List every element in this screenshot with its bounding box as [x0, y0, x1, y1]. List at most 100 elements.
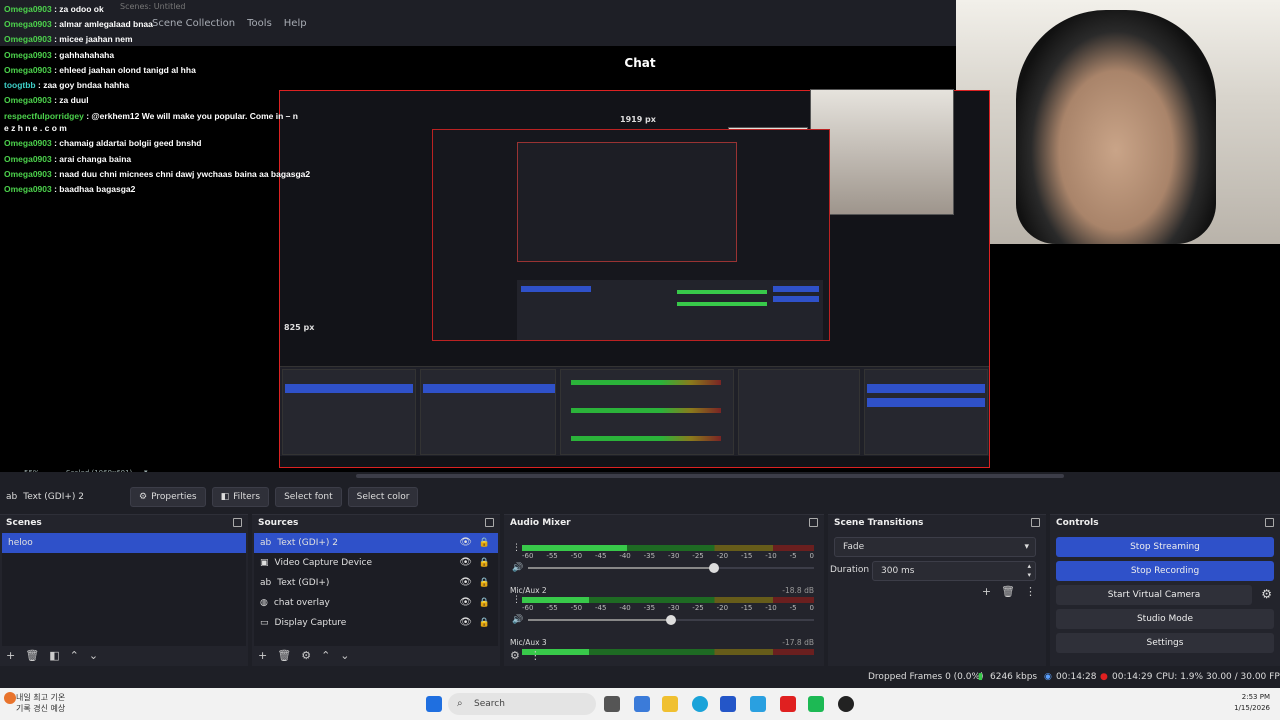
source-item[interactable]: ▣ Video Capture Device 👁 🔒 — [254, 553, 498, 573]
taskbar-search[interactable]: ⌕ Search — [448, 693, 596, 715]
task-view-icon[interactable] — [604, 696, 620, 712]
nested-docks — [280, 366, 989, 456]
undock-icon[interactable] — [485, 518, 494, 527]
channel-menu-icon[interactable]: ⋮ — [512, 543, 521, 553]
channel-menu-icon[interactable]: ⋮ — [512, 595, 521, 605]
gear-icon[interactable]: ⚙ — [510, 649, 520, 662]
file-explorer-icon[interactable] — [662, 696, 678, 712]
trash-icon[interactable]: 🗑 — [25, 649, 39, 662]
undock-icon[interactable] — [1265, 518, 1274, 527]
windows-start-icon[interactable] — [426, 696, 442, 712]
move-down-icon[interactable]: ⌄ — [89, 649, 98, 662]
chat-line: Omega0903 : gahhahahaha — [4, 49, 115, 60]
lock-icon[interactable]: 🔒 — [479, 553, 490, 573]
menu-dots-icon[interactable]: ⋮ — [1025, 585, 1036, 598]
speaker-icon[interactable]: 🔊 — [512, 563, 523, 573]
spin-arrows-icon[interactable]: ▴ ▾ — [1027, 562, 1031, 580]
nested-inner-preview — [432, 129, 830, 341]
obs-icon[interactable] — [838, 696, 854, 712]
kick-icon[interactable] — [808, 696, 824, 712]
selected-source-name: Text (GDI+) 2 — [23, 492, 85, 502]
height-label: 825 px — [284, 323, 315, 332]
properties-button[interactable]: ⚙ Properties — [130, 487, 206, 507]
gear-icon[interactable]: ⚙ — [1261, 587, 1272, 601]
move-up-icon[interactable]: ⌃ — [321, 649, 330, 662]
menu-dots-icon[interactable]: ⋮ — [530, 649, 541, 662]
volume-slider[interactable] — [528, 563, 814, 573]
scale-tick: -30 — [667, 604, 680, 612]
youtube-icon[interactable] — [780, 696, 796, 712]
menu-scene-collection[interactable]: Scene Collection — [152, 16, 235, 32]
app-icon-2[interactable] — [750, 696, 766, 712]
speaker-icon[interactable]: 🔊 — [512, 615, 523, 625]
stop-recording-button[interactable]: Stop Recording — [1056, 561, 1274, 581]
move-up-icon[interactable]: ⌃ — [70, 649, 79, 662]
scale-tick: -45 — [594, 604, 607, 612]
stop-streaming-button[interactable]: Stop Streaming — [1056, 537, 1274, 557]
transition-select[interactable]: Fade ▾ — [834, 537, 1036, 557]
chat-line: respectfulporridgey : @erkhem12 We will … — [4, 111, 298, 134]
source-item[interactable]: ab Text (GDI+) 👁 🔒 — [254, 573, 498, 593]
scale-tick: -20 — [716, 552, 729, 560]
scale-tick: -50 — [570, 552, 583, 560]
trash-icon[interactable]: 🗑 — [1001, 585, 1015, 598]
trash-icon[interactable]: 🗑 — [277, 649, 291, 662]
edge-icon[interactable] — [692, 696, 708, 712]
window-title: Scenes: Untitled — [120, 2, 186, 11]
start-virtual-camera-button[interactable]: Start Virtual Camera — [1056, 585, 1252, 605]
filters-button[interactable]: ◧ Filters — [211, 487, 270, 507]
eye-icon[interactable]: 👁 — [459, 593, 472, 613]
add-icon[interactable]: + — [982, 585, 991, 598]
chat-line: Omega0903 : arai changa baina — [4, 153, 132, 164]
select-font-button[interactable]: Select font — [275, 487, 342, 507]
system-tray-clock[interactable]: 2:53 PM 1/15/2026 — [1234, 692, 1270, 714]
move-down-icon[interactable]: ⌄ — [340, 649, 349, 662]
menu-bar: Scene Collection Tools Help — [152, 16, 307, 32]
app-icon[interactable] — [634, 696, 650, 712]
webcam-feed — [956, 0, 1280, 244]
scale-tick: -25 — [692, 552, 704, 560]
volume-meter — [522, 545, 814, 551]
undock-icon[interactable] — [809, 518, 818, 527]
gear-icon[interactable]: ⚙ — [301, 649, 311, 662]
store-icon[interactable] — [720, 696, 736, 712]
menu-help[interactable]: Help — [284, 16, 307, 32]
source-item[interactable]: ab Text (GDI+) 2 👁 🔒 — [254, 533, 498, 553]
duration-spinbox[interactable]: 300 ms ▴ ▾ — [872, 561, 1036, 581]
lock-icon[interactable]: 🔒 — [479, 573, 490, 593]
source-item[interactable]: ◍ chat overlay 👁 🔒 — [254, 593, 498, 613]
scrollbar-thumb[interactable] — [356, 474, 1064, 478]
chat-line: Omega0903 : chamaig aldartai bolgii geed… — [4, 138, 202, 149]
lock-icon[interactable]: 🔒 — [479, 613, 490, 633]
filter-icon[interactable]: ◧ — [49, 649, 59, 662]
cpu-usage: CPU: 1.9% — [1156, 672, 1204, 682]
add-icon[interactable]: + — [6, 649, 15, 662]
eye-icon[interactable]: 👁 — [459, 573, 472, 593]
menu-tools[interactable]: Tools — [247, 16, 272, 32]
eye-icon[interactable]: 👁 — [459, 533, 472, 553]
undock-icon[interactable] — [1031, 518, 1040, 527]
lock-icon[interactable]: 🔒 — [479, 533, 490, 553]
source-item[interactable]: ▭ Display Capture 👁 🔒 — [254, 613, 498, 633]
preview-scrollbar[interactable] — [0, 472, 1280, 480]
eye-icon[interactable]: 👁 — [459, 613, 472, 633]
meter-scale: -60 -55 -50 -45 -40 -35 -30 -25 -20 -15 -10 -5 0 — [522, 552, 814, 560]
volume-knob[interactable] — [708, 563, 719, 573]
scene-item[interactable]: heloo — [2, 533, 246, 553]
studio-mode-button[interactable]: Studio Mode — [1056, 609, 1274, 629]
select-color-button[interactable]: Select color — [347, 487, 419, 507]
volume-slider[interactable] — [528, 615, 814, 625]
channel-name: Mic/Aux 2 — [510, 586, 547, 595]
add-icon[interactable]: + — [258, 649, 267, 662]
gear-icon: ⚙ — [139, 492, 148, 502]
settings-button[interactable]: Settings — [1056, 633, 1274, 653]
undock-icon[interactable] — [233, 518, 242, 527]
volume-knob[interactable] — [666, 615, 676, 625]
weather-widget[interactable]: 내일 최고 기온 기록 경신 예상 — [16, 692, 65, 714]
eye-icon[interactable]: 👁 — [459, 553, 472, 573]
scale-tick: -40 — [619, 604, 631, 612]
chevron-down-icon: ▾ — [1024, 542, 1029, 552]
controls-dock: Controls Stop Streaming Stop Recording S… — [1050, 514, 1280, 666]
lock-icon[interactable]: 🔒 — [479, 593, 490, 613]
dropped-frames: Dropped Frames 0 (0.0%) — [868, 672, 984, 682]
